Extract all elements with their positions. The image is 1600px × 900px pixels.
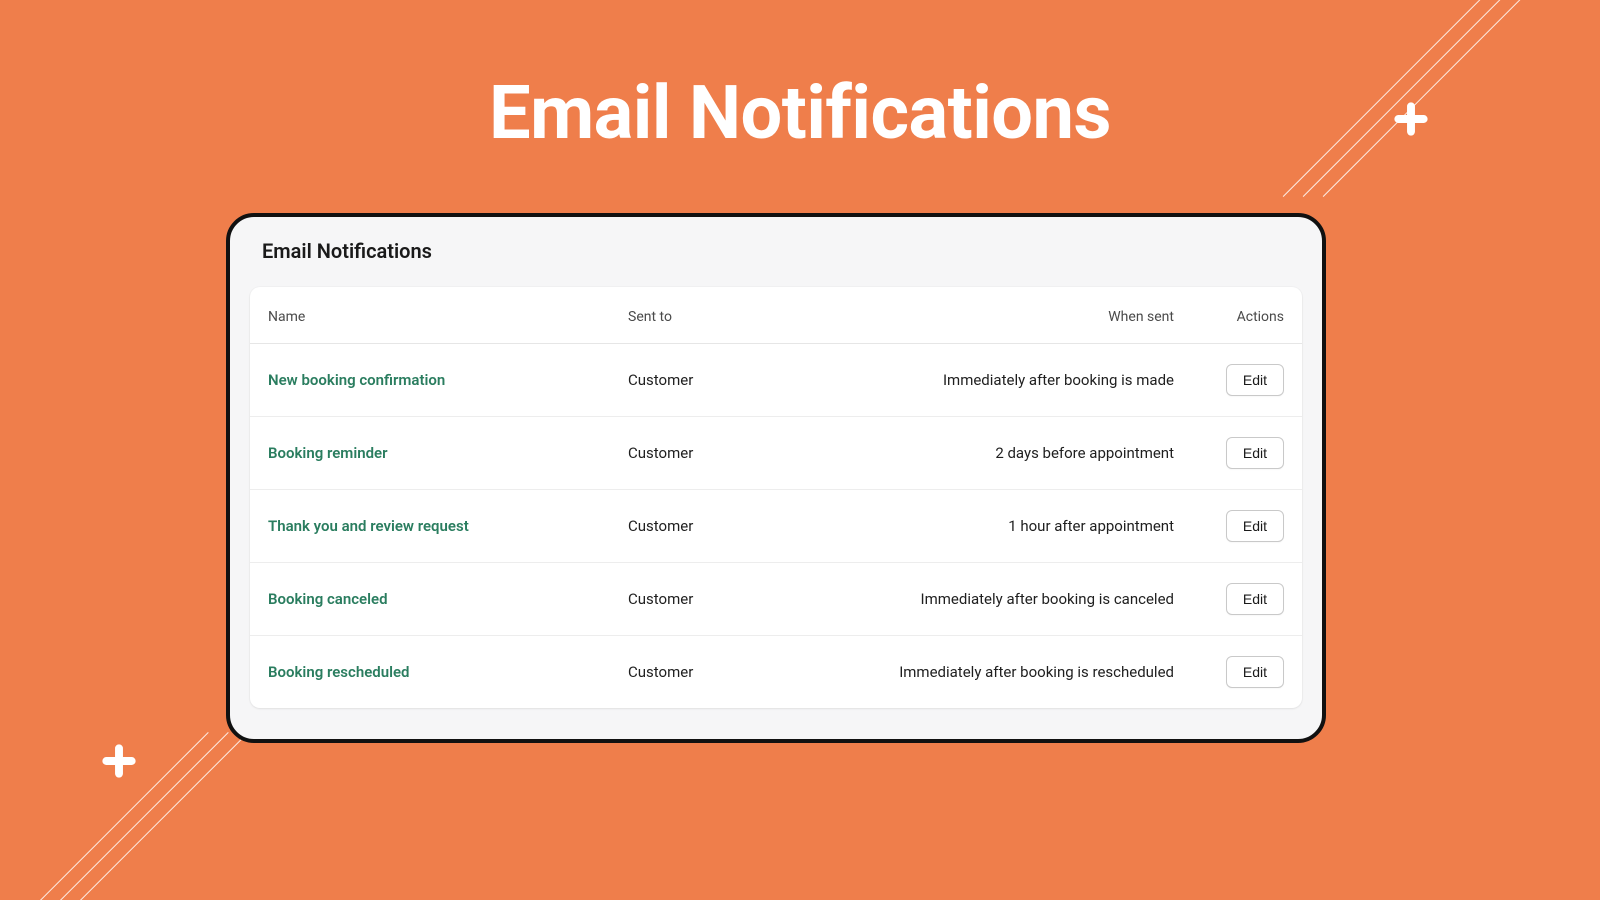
col-header-name: Name <box>250 287 610 344</box>
table-row: Booking reminder Customer 2 days before … <box>250 417 1302 490</box>
table-row: Booking rescheduled Customer Immediately… <box>250 636 1302 709</box>
table-row: New booking confirmation Customer Immedi… <box>250 344 1302 417</box>
plus-icon <box>100 742 138 780</box>
page-title: Email Notifications <box>0 70 1600 157</box>
sent-to-cell: Customer <box>610 490 753 563</box>
table-row: Booking canceled Customer Immediately af… <box>250 563 1302 636</box>
notification-name-link[interactable]: Booking canceled <box>268 590 388 608</box>
page-backdrop: Email Notifications Email Notifications … <box>0 0 1600 900</box>
sent-to-cell: Customer <box>610 636 753 709</box>
notifications-card: Name Sent to When sent Actions New booki… <box>250 287 1302 708</box>
panel-heading: Email Notifications <box>230 217 1322 277</box>
edit-button[interactable]: Edit <box>1226 364 1284 396</box>
sent-to-cell: Customer <box>610 344 753 417</box>
notification-name-link[interactable]: Booking rescheduled <box>268 663 410 681</box>
sent-to-cell: Customer <box>610 563 753 636</box>
notification-name-link[interactable]: Booking reminder <box>268 444 388 462</box>
when-sent-cell: Immediately after booking is canceled <box>753 563 1192 636</box>
notifications-table: Name Sent to When sent Actions New booki… <box>250 287 1302 708</box>
sent-to-cell: Customer <box>610 417 753 490</box>
notification-name-link[interactable]: New booking confirmation <box>268 371 445 389</box>
edit-button[interactable]: Edit <box>1226 510 1284 542</box>
table-row: Thank you and review request Customer 1 … <box>250 490 1302 563</box>
edit-button[interactable]: Edit <box>1226 656 1284 688</box>
when-sent-cell: Immediately after booking is rescheduled <box>753 636 1192 709</box>
settings-panel: Email Notifications Name Sent to When se… <box>226 213 1326 743</box>
when-sent-cell: Immediately after booking is made <box>753 344 1192 417</box>
notification-name-link[interactable]: Thank you and review request <box>268 517 469 535</box>
when-sent-cell: 1 hour after appointment <box>753 490 1192 563</box>
decorative-line <box>50 732 249 900</box>
col-header-sent-to: Sent to <box>610 287 753 344</box>
edit-button[interactable]: Edit <box>1226 437 1284 469</box>
edit-button[interactable]: Edit <box>1226 583 1284 615</box>
when-sent-cell: 2 days before appointment <box>753 417 1192 490</box>
col-header-when-sent: When sent <box>753 287 1192 344</box>
col-header-actions: Actions <box>1192 287 1302 344</box>
